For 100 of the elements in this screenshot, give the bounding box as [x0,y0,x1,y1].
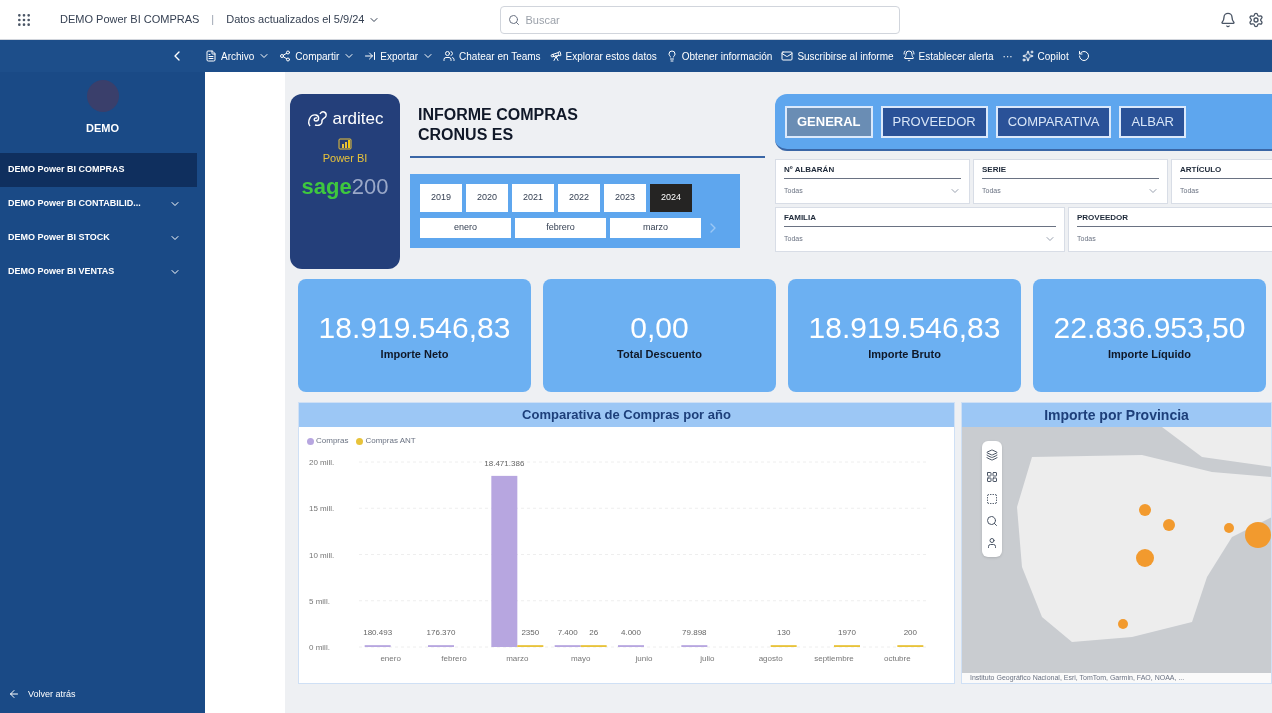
power-bi-icon [338,135,352,150]
kpi-value: 18.919.546,83 [318,309,511,346]
month-button[interactable]: febrero [515,218,606,238]
grid-icon[interactable] [986,471,998,483]
year-button[interactable]: 2020 [466,184,508,212]
workspace-name: DEMO [86,121,119,136]
reset-icon[interactable] [1077,50,1090,62]
sidebar-item[interactable]: DEMO Power BI STOCK [0,220,197,255]
kpi-label: Importe Líquido [1107,347,1192,362]
data-label: 200 [903,628,917,638]
sage-brand: sage [301,173,352,201]
teams-icon [443,50,456,62]
sidebar-item[interactable]: DEMO Power BI CONTABILID... [0,186,197,221]
filter-label: Nº ALBARÁN [784,164,961,179]
command-button[interactable]: Archivo [205,48,271,64]
filter-label: ARTÍCULO [1180,164,1272,179]
export-icon [364,50,377,62]
page-tab[interactable]: ALBAR [1119,105,1186,138]
data-label: 7.400 [557,628,578,638]
page-tab[interactable]: COMPARATIVA [995,105,1112,138]
insight-icon [665,50,678,62]
search-field[interactable]: Buscar [500,5,901,34]
arrow-left-icon [8,688,20,701]
command-button[interactable]: Chatear en Teams [443,48,541,64]
copilot-icon [1021,50,1034,62]
alert-icon [902,50,915,62]
month-button[interactable]: marzo [610,218,701,238]
data-label: 26 [589,628,599,638]
command-button[interactable]: Compartir [279,48,356,64]
report-heading: CRONUS ES [418,125,515,145]
month-button[interactable]: enero [420,218,511,238]
title-separator: | [211,12,215,28]
filter-label: PROVEEDOR [1077,212,1272,227]
report-title: DEMO Power BI COMPRAS [60,12,200,28]
explore-icon [549,50,562,62]
kpi-value: 0,00 [630,309,689,346]
year-button[interactable]: 2023 [604,184,646,212]
x-axis-label: junio [635,654,653,663]
year-button[interactable]: 2024 [650,184,692,212]
chart-title: Comparativa de Compras por año [299,403,954,427]
kpi-label: Importe Bruto [868,347,941,362]
filter-label: SERIE [982,164,1159,179]
page-tab[interactable]: PROVEEDOR [880,105,988,138]
data-label: 176.370 [426,628,456,638]
y-axis-label: 5 mill. [309,596,330,606]
data-updated-dropdown[interactable]: Datos actualizados el 5/9/24 [226,11,381,28]
year-button[interactable]: 2022 [558,184,600,212]
command-button[interactable]: ··· [1002,48,1013,64]
product-name: Power BI [322,150,368,166]
legend-label: Compras [316,435,349,447]
report-heading: INFORME COMPRAS [418,105,579,125]
kpi-label: Total Descuento [617,347,702,362]
data-label: 4.000 [621,628,641,638]
data-label: 2350 [521,628,540,638]
legend-label: Compras ANT [365,435,416,447]
data-label: 180.493 [363,628,393,638]
app-launcher-icon[interactable] [16,11,32,28]
data-label: 1970 [838,628,856,638]
map-title: Importe por Provincia [962,403,1271,427]
search-icon[interactable] [986,515,998,527]
back-link[interactable]: Volver atrás [0,687,205,713]
search-icon [508,13,521,26]
x-axis-label: septiembre [814,654,854,663]
file-icon [205,50,217,62]
selection-icon[interactable] [986,493,998,505]
sidebar-item[interactable]: DEMO Power BI COMPRAS [0,152,197,187]
y-axis-label: 15 mill. [309,504,335,514]
command-button[interactable]: Obtener información [665,48,773,64]
workspace-avatar [86,80,119,112]
data-label: 79.898 [682,628,707,638]
year-button[interactable]: 2019 [420,184,462,212]
filter-label: FAMILIA [784,212,1056,227]
data-label: 18.471.386 [484,458,525,468]
command-button[interactable]: Establecer alerta [902,48,994,64]
y-axis-label: 20 mill. [309,458,335,467]
x-axis-label: febrero [441,654,467,663]
x-axis-label: marzo [506,654,529,663]
settings-icon[interactable] [1248,11,1264,28]
data-label: 130 [777,628,791,638]
notifications-icon[interactable] [1220,11,1236,28]
command-button[interactable]: Suscribirse al informe [781,48,894,64]
share-icon [279,50,292,62]
sage-version: 200 [351,173,389,201]
sidebar-item[interactable]: DEMO Power BI VENTAS [0,254,197,289]
x-axis-label: julio [700,654,715,663]
command-button[interactable]: Copilot [1021,48,1069,64]
person-icon[interactable] [986,537,998,549]
x-axis-label: mayo [570,654,591,663]
layers-icon[interactable] [986,449,998,461]
kpi-value: 22.836.953,50 [1053,309,1246,346]
kpi-value: 18.919.546,83 [808,309,1001,346]
x-axis-label: agosto [758,654,783,663]
y-axis-label: 10 mill. [309,550,335,560]
kpi-label: Importe Neto [380,347,449,362]
command-button[interactable]: Exportar [364,48,435,64]
subscribe-icon [781,50,794,62]
x-axis-label: enero [380,654,401,663]
command-button[interactable]: Explorar estos datos [549,48,657,64]
year-button[interactable]: 2021 [512,184,554,212]
brand-name: arditec [332,108,384,130]
